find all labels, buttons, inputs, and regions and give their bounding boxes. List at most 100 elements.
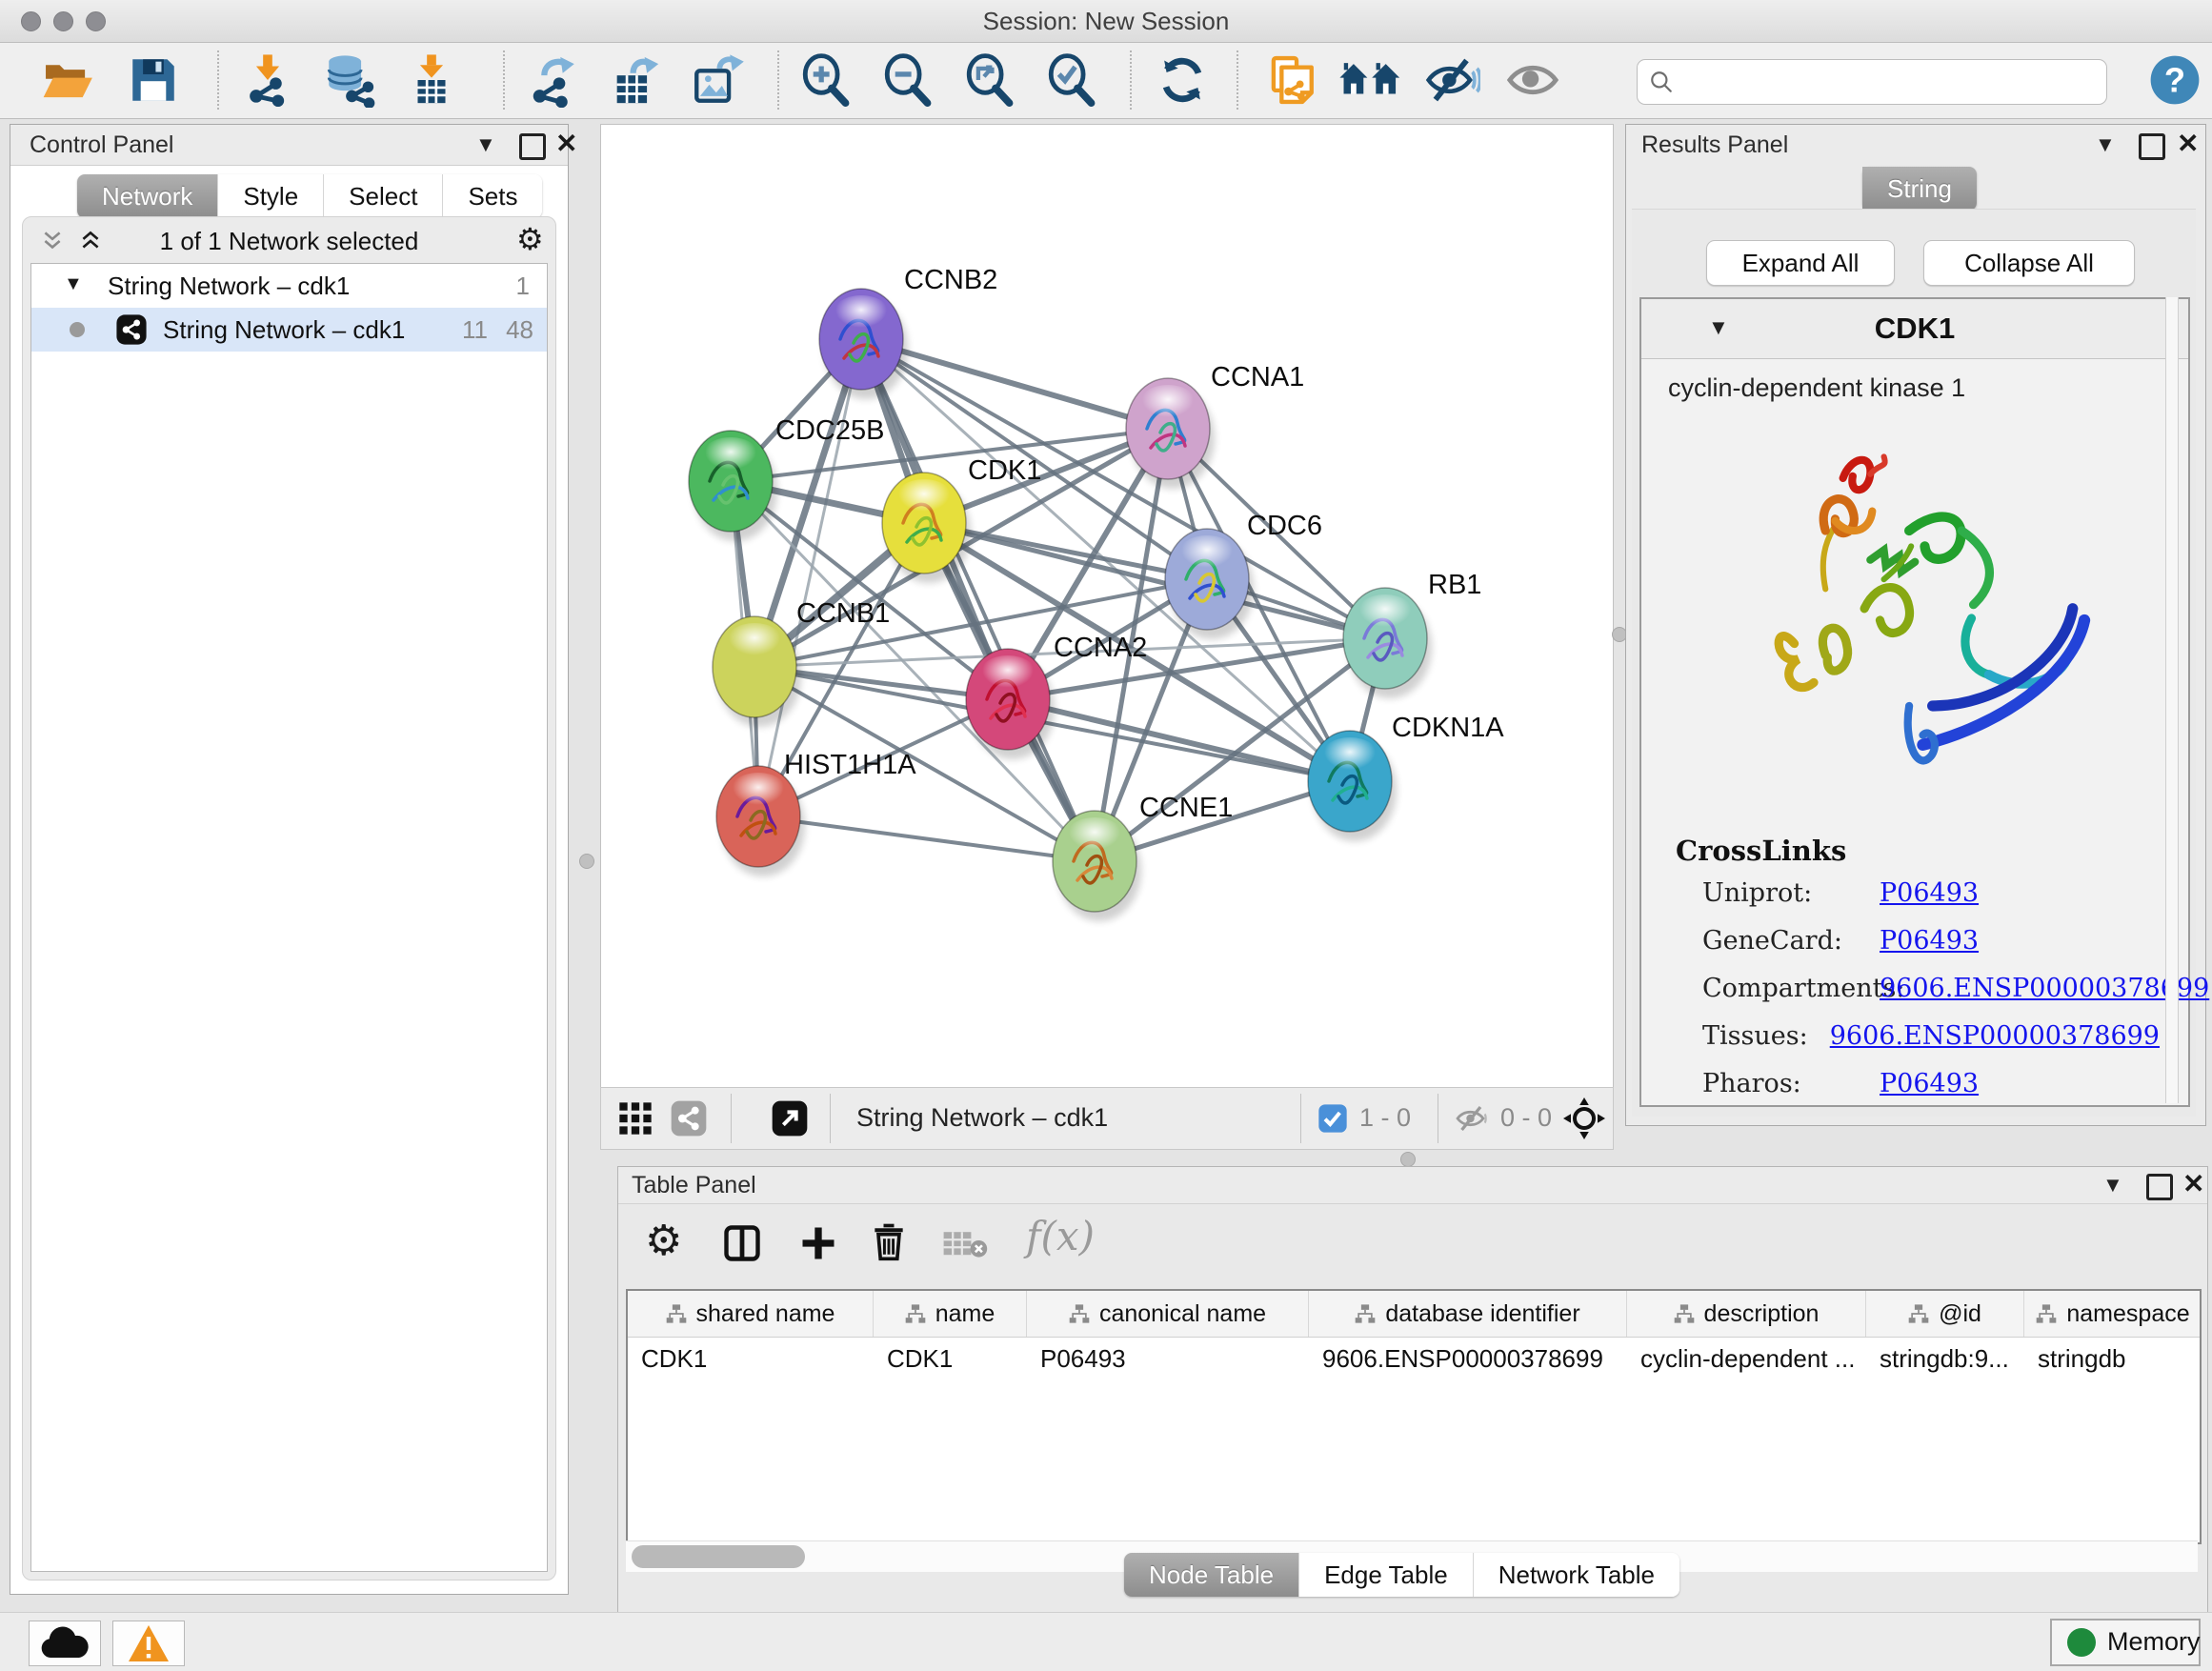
panel-float-icon[interactable] <box>2146 1174 2173 1200</box>
tab-network[interactable]: Network <box>77 174 218 218</box>
import-network-button[interactable] <box>240 52 295 108</box>
network-graph[interactable]: CCNB2CCNA1CDC25BCDK1CDC6RB1CCNB1CCNA2CDK… <box>601 125 1613 1087</box>
table-cell[interactable]: CDK1 <box>628 1338 874 1379</box>
network-row[interactable]: String Network – cdk11148 <box>31 308 547 352</box>
control-panel-header: Control Panel ▼ ✕ <box>10 125 568 166</box>
tab-string[interactable]: String <box>1862 167 1977 211</box>
show-hidden-button[interactable] <box>1505 52 1560 108</box>
export-table-button[interactable] <box>608 52 663 108</box>
table-row[interactable]: CDK1CDK1P064939606.ENSP00000378699cyclin… <box>628 1338 2200 1379</box>
show-columns-icon[interactable] <box>721 1222 763 1264</box>
network-collection-row[interactable]: ▼String Network – cdk11 <box>31 264 547 308</box>
network-share-icon[interactable] <box>670 1099 708 1137</box>
export-network-button[interactable] <box>526 52 581 108</box>
table-panel-header: Table Panel ▼ ✕ <box>618 1167 2207 1204</box>
table-hscrollbar-thumb[interactable] <box>632 1545 805 1568</box>
zoom-in-button[interactable] <box>798 52 854 108</box>
tab-sets[interactable]: Sets <box>443 174 542 218</box>
crosslink-link[interactable]: P06493 <box>1880 1069 1979 1098</box>
zoom-out-button[interactable] <box>880 52 935 108</box>
import-database-button[interactable] <box>322 52 377 108</box>
panel-close-icon[interactable]: ✕ <box>2182 1168 2204 1199</box>
panel-close-icon[interactable]: ✕ <box>555 128 577 159</box>
results-scrollbar[interactable] <box>2165 297 2179 1103</box>
open-in-new-icon[interactable] <box>771 1099 809 1137</box>
network-edge[interactable] <box>758 339 861 816</box>
panel-close-icon[interactable]: ✕ <box>2177 128 2199 159</box>
tab-style[interactable]: Style <box>218 174 324 218</box>
table-settings-gear-icon[interactable]: ⚙ <box>645 1217 682 1265</box>
crosslink-link[interactable]: 9606.ENSP00000378699 <box>1880 974 2209 1003</box>
panel-float-icon[interactable] <box>519 133 546 160</box>
table-cell[interactable]: stringdb:9... <box>1866 1338 2024 1379</box>
help-button[interactable]: ? <box>2147 52 2202 108</box>
search-input[interactable] <box>1637 59 2107 105</box>
network-node-cdkn1a[interactable] <box>1308 731 1397 841</box>
column-header-name[interactable]: name <box>874 1291 1027 1337</box>
tab-select[interactable]: Select <box>324 174 443 218</box>
gene-name: CDK1 <box>1641 312 2188 346</box>
node-label-ccne1: CCNE1 <box>1139 793 1233 823</box>
zoom-selected-button[interactable] <box>1044 52 1099 108</box>
zoom-fit-button[interactable] <box>962 52 1017 108</box>
import-table-button[interactable] <box>404 52 459 108</box>
panel-collapse-icon[interactable]: ▼ <box>2095 132 2116 157</box>
panel-collapse-icon[interactable]: ▼ <box>475 132 496 157</box>
expand-all-button[interactable]: Expand All <box>1706 240 1895 286</box>
column-header-shared-name[interactable]: shared name <box>628 1291 874 1337</box>
tab-edge-table[interactable]: Edge Table <box>1299 1553 1474 1597</box>
string-home-button[interactable] <box>1337 52 1404 108</box>
network-canvas[interactable]: CCNB2CCNA1CDC25BCDK1CDC6RB1CCNB1CCNA2CDK… <box>600 124 1614 1088</box>
eye-icon <box>1505 52 1560 108</box>
table-cell[interactable]: stringdb <box>2024 1338 2202 1379</box>
column-header-canonical-name[interactable]: canonical name <box>1027 1291 1309 1337</box>
delete-column-trash-icon[interactable] <box>868 1220 910 1262</box>
panel-float-icon[interactable] <box>2139 133 2165 160</box>
network-node-cdc6[interactable] <box>1165 529 1254 639</box>
table-cell[interactable]: 9606.ENSP00000378699 <box>1309 1338 1627 1379</box>
table-cell[interactable]: P06493 <box>1027 1338 1309 1379</box>
export-image-button[interactable] <box>690 52 745 108</box>
gene-card-header[interactable]: ▼ CDK1 <box>1641 299 2188 359</box>
column-header-database-identifier[interactable]: database identifier <box>1309 1291 1627 1337</box>
network-node-hist1h1a[interactable] <box>716 766 805 876</box>
gear-icon[interactable]: ⚙ <box>516 221 544 257</box>
column-header-namespace[interactable]: namespace <box>2024 1291 2202 1337</box>
left-splitter-handle[interactable] <box>579 854 594 869</box>
cloud-status-button[interactable] <box>29 1621 101 1666</box>
hide-selected-button[interactable] <box>1425 52 1480 108</box>
node-table[interactable]: shared namenamecanonical namedatabase id… <box>626 1289 2202 1544</box>
navigate-crosshair-icon[interactable] <box>1561 1096 1607 1141</box>
open-file-button[interactable] <box>40 52 95 108</box>
crosslink-link[interactable]: P06493 <box>1880 878 1979 908</box>
network-node-rb1[interactable] <box>1343 588 1432 698</box>
warning-status-button[interactable] <box>112 1621 185 1666</box>
network-edge[interactable] <box>758 816 1095 861</box>
network-node-ccnb2[interactable] <box>819 289 908 399</box>
copy-network-button[interactable] <box>1263 52 1318 108</box>
save-session-button[interactable] <box>126 52 181 108</box>
crosslink-link[interactable]: 9606.ENSP00000378699 <box>1830 1021 2160 1051</box>
table-cell[interactable]: cyclin-dependent ... <box>1627 1338 1866 1379</box>
network-edge[interactable] <box>861 339 1095 861</box>
add-column-icon[interactable] <box>797 1222 839 1264</box>
tab-network-table[interactable]: Network Table <box>1474 1553 1679 1597</box>
column-header-label: namespace <box>2066 1300 2189 1328</box>
network-node-ccne1[interactable] <box>1053 811 1141 921</box>
selected-checkbox-icon[interactable] <box>1317 1103 1348 1134</box>
svg-text:?: ? <box>2164 61 2185 100</box>
refresh-button[interactable] <box>1155 52 1210 108</box>
panel-collapse-icon[interactable]: ▼ <box>2102 1173 2123 1198</box>
crosslink-link[interactable]: P06493 <box>1880 926 1979 956</box>
collection-expand-icon[interactable]: ▼ <box>64 273 83 295</box>
column-header-description[interactable]: description <box>1627 1291 1866 1337</box>
network-node-ccnb1[interactable] <box>713 616 801 727</box>
table-cell[interactable]: CDK1 <box>874 1338 1027 1379</box>
column-header--id[interactable]: @id <box>1866 1291 2024 1337</box>
collapse-all-button[interactable]: Collapse All <box>1923 240 2135 286</box>
tab-node-table[interactable]: Node Table <box>1124 1553 1299 1597</box>
network-node-cdk1[interactable] <box>882 473 971 583</box>
memory-button[interactable]: Memory <box>2050 1619 2201 1666</box>
bottom-splitter-handle[interactable] <box>1400 1152 1416 1167</box>
birds-eye-grid-icon[interactable] <box>616 1099 654 1137</box>
